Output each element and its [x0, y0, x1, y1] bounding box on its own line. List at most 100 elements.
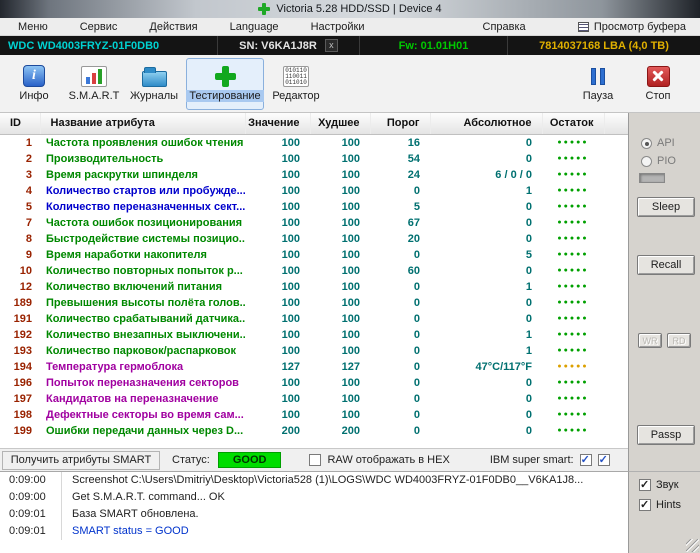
- device-serial-segment: SN: V6KA1J8R x: [218, 36, 360, 55]
- resize-grip[interactable]: [686, 539, 699, 552]
- attr-health-dots: ●●●●●: [542, 327, 604, 343]
- menu-item-actions[interactable]: Действия: [149, 21, 197, 33]
- app-cross-icon: [258, 3, 270, 15]
- table-row[interactable]: 189Превышения высоты полёта голов...1001…: [0, 295, 628, 311]
- table-row[interactable]: 7Частота ошибок позиционирования10010067…: [0, 215, 628, 231]
- wr-mini-button[interactable]: WR: [638, 333, 662, 348]
- title-bar[interactable]: Victoria 5.28 HDD/SSD | Device 4: [0, 0, 700, 18]
- table-row[interactable]: 191Количество срабатываний датчика...100…: [0, 311, 628, 327]
- table-row[interactable]: 12Количество включений питания10010001●●…: [0, 279, 628, 295]
- table-row[interactable]: 1Частота проявления ошибок чтения1001001…: [0, 134, 628, 151]
- attr-name: Количество стартов или пробужде...: [40, 183, 245, 199]
- recall-button[interactable]: Recall: [637, 255, 695, 275]
- api-radio[interactable]: [641, 138, 652, 149]
- attr-threshold: 54: [370, 151, 430, 167]
- attr-worst: 200: [310, 423, 370, 439]
- table-header-row: ID Название атрибута Значение Худшее Пор…: [0, 113, 628, 134]
- toolbar-button-editor[interactable]: 010110 110011 011010 Редактор: [268, 58, 324, 110]
- toolbar-button-testing[interactable]: Тестирование: [186, 58, 264, 110]
- api-radio-row[interactable]: API: [641, 137, 675, 149]
- toolbar-label-stop: Стоп: [646, 90, 671, 102]
- attr-worst: 100: [310, 327, 370, 343]
- header-name[interactable]: Название атрибута: [40, 113, 245, 134]
- table-row[interactable]: 10Количество повторных попыток р...10010…: [0, 263, 628, 279]
- row-filler: [604, 134, 628, 151]
- sound-checkbox[interactable]: [639, 479, 651, 491]
- serial-close-button[interactable]: x: [325, 39, 338, 52]
- ibm-smart-checkbox-2[interactable]: [598, 454, 610, 466]
- menu-item-service[interactable]: Сервис: [80, 21, 118, 33]
- toolbar-button-journals[interactable]: Журналы: [126, 58, 182, 110]
- header-health[interactable]: Остаток: [542, 113, 604, 134]
- row-filler: [604, 359, 628, 375]
- log-entry[interactable]: 0:09:01SMART status = GOOD: [0, 523, 628, 540]
- attr-value: 100: [245, 151, 310, 167]
- log-entry[interactable]: 0:09:00Get S.M.A.R.T. command... OK: [0, 489, 628, 506]
- log-entry[interactable]: 0:09:00Screenshot C:\Users\Dmitriy\Deskt…: [0, 472, 628, 489]
- header-threshold[interactable]: Порог: [370, 113, 430, 134]
- table-row[interactable]: 193Количество парковок/распарковок100100…: [0, 343, 628, 359]
- raw-hex-option[interactable]: RAW отображать в HEX: [309, 454, 449, 466]
- table-row[interactable]: 192Количество внезапных выключени...1001…: [0, 327, 628, 343]
- passp-button[interactable]: Passp: [637, 425, 695, 445]
- ibm-smart-checkbox-1[interactable]: [580, 454, 592, 466]
- log-entry[interactable]: 0:09:01База SMART обновлена.: [0, 506, 628, 523]
- sound-option[interactable]: Звук: [639, 479, 679, 491]
- attr-health-dots: ●●●●●: [542, 199, 604, 215]
- attr-threshold: 0: [370, 375, 430, 391]
- attr-worst: 100: [310, 199, 370, 215]
- raw-hex-checkbox[interactable]: [309, 454, 321, 466]
- log-timestamp: 0:09:01: [0, 523, 62, 540]
- get-smart-button[interactable]: Получить атрибуты SMART: [2, 451, 160, 470]
- device-serial: SN: V6KA1J8R: [239, 40, 317, 52]
- editor-binary-icon: 010110 110011 011010: [283, 66, 309, 87]
- table-row[interactable]: 3Время раскрутки шпинделя100100246 / 0 /…: [0, 167, 628, 183]
- row-filler: [604, 375, 628, 391]
- attr-id: 194: [0, 359, 40, 375]
- attr-health-dots: ●●●●●: [542, 231, 604, 247]
- attr-value: 100: [245, 327, 310, 343]
- attr-value: 100: [245, 183, 310, 199]
- attr-absolute: 6 / 0 / 0: [430, 167, 542, 183]
- table-row[interactable]: 199Ошибки передачи данных через D...2002…: [0, 423, 628, 439]
- table-row[interactable]: 198Дефектные секторы во время сам...1001…: [0, 407, 628, 423]
- table-row[interactable]: 194Температура гермоблока127127047°C/117…: [0, 359, 628, 375]
- attr-threshold: 0: [370, 295, 430, 311]
- attr-absolute: 5: [430, 247, 542, 263]
- menu-item-help[interactable]: Справка: [483, 21, 526, 33]
- toolbar-button-stop[interactable]: Стоп: [630, 58, 686, 110]
- header-id[interactable]: ID: [0, 113, 40, 134]
- buffer-view-button[interactable]: Просмотр буфера: [578, 21, 686, 33]
- menu-item-settings[interactable]: Настройки: [311, 21, 365, 33]
- table-row[interactable]: 196Попыток переназначения секторов100100…: [0, 375, 628, 391]
- table-row[interactable]: 9Время наработки накопителя10010005●●●●●: [0, 247, 628, 263]
- attr-value: 100: [245, 311, 310, 327]
- hints-option[interactable]: Hints: [639, 499, 681, 511]
- menu-item-menu[interactable]: Меню: [18, 21, 48, 33]
- attr-id: 3: [0, 167, 40, 183]
- device-capacity: 7814037168 LBA (4,0 TB): [508, 36, 700, 55]
- attr-value: 100: [245, 134, 310, 151]
- journals-folder-icon: [142, 71, 167, 87]
- menu-item-language[interactable]: Language: [230, 21, 279, 33]
- sleep-button[interactable]: Sleep: [637, 197, 695, 217]
- header-value[interactable]: Значение: [245, 113, 310, 134]
- toolbar-button-smart[interactable]: S.M.A.R.T: [66, 58, 122, 110]
- table-row[interactable]: 197Кандидатов на переназначение10010000●…: [0, 391, 628, 407]
- table-row[interactable]: 2Производительность100100540●●●●●: [0, 151, 628, 167]
- toolbar-button-info[interactable]: i Инфо: [6, 58, 62, 110]
- rd-mini-button[interactable]: RD: [667, 333, 691, 348]
- pio-radio[interactable]: [641, 156, 652, 167]
- log-timestamp: 0:09:00: [0, 489, 62, 506]
- log-panel[interactable]: 0:09:00Screenshot C:\Users\Dmitriy\Deskt…: [0, 471, 628, 553]
- table-row[interactable]: 8Быстродействие системы позицио...100100…: [0, 231, 628, 247]
- header-absolute[interactable]: Абсолютное: [430, 113, 542, 134]
- hints-checkbox[interactable]: [639, 499, 651, 511]
- table-row[interactable]: 5Количество переназначенных сект...10010…: [0, 199, 628, 215]
- attr-id: 12: [0, 279, 40, 295]
- table-row[interactable]: 4Количество стартов или пробужде...10010…: [0, 183, 628, 199]
- attr-health-dots: ●●●●●: [542, 134, 604, 151]
- pio-radio-row[interactable]: PIO: [641, 155, 676, 167]
- toolbar-button-pause[interactable]: Пауза: [570, 58, 626, 110]
- header-worst[interactable]: Худшее: [310, 113, 370, 134]
